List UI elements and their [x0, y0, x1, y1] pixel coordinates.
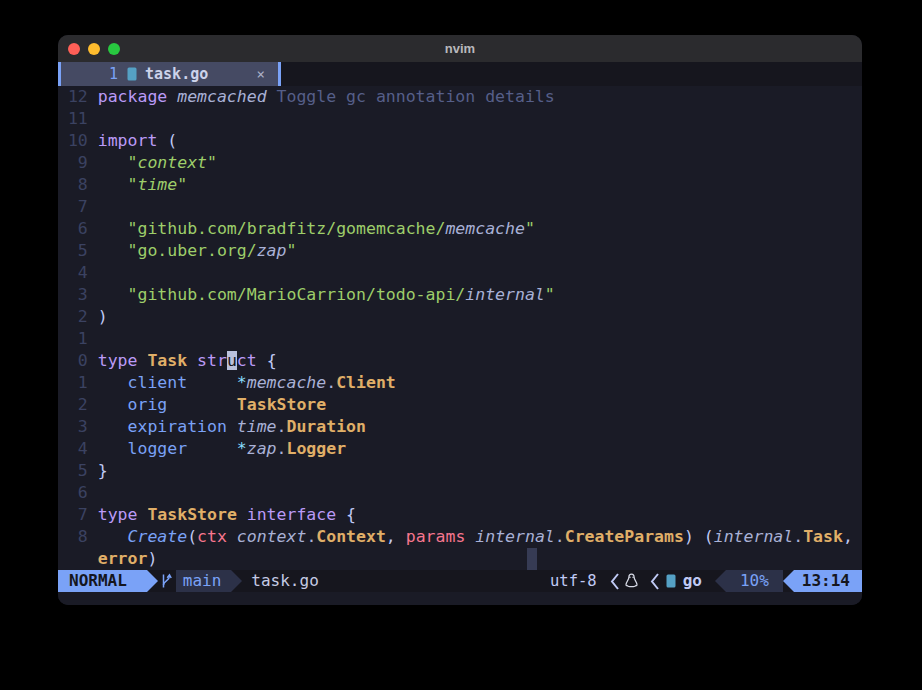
- code-line[interactable]: 2 orig TaskStore: [58, 394, 862, 416]
- code-line[interactable]: 7type TaskStore interface {: [58, 504, 862, 526]
- line-number: 1: [58, 372, 88, 394]
- line-number: 11: [58, 108, 88, 130]
- cursor-position: 13:14: [794, 570, 862, 592]
- line-number: 3: [58, 416, 88, 438]
- tab-filename: task.go: [145, 65, 208, 83]
- command-line: [58, 592, 862, 605]
- filetype-icon: [666, 574, 676, 588]
- line-number: 1: [58, 328, 88, 350]
- code-line[interactable]: 5 "go.uber.org/zap": [58, 240, 862, 262]
- code-line[interactable]: 10import (: [58, 130, 862, 152]
- line-number: 3: [58, 284, 88, 306]
- line-number: 5: [58, 240, 88, 262]
- powerline-arrow: [715, 570, 726, 592]
- tab-close-icon[interactable]: ×: [257, 66, 265, 82]
- line-number: 2: [58, 306, 88, 328]
- statusline-filename: task.go: [251, 570, 318, 592]
- code-line[interactable]: 5}: [58, 460, 862, 482]
- git-branch-segment: main: [176, 570, 232, 592]
- line-number: 6: [58, 218, 88, 240]
- code-line[interactable]: 12package memcached Toggle gc annotation…: [58, 86, 862, 108]
- git-branch-name: main: [183, 570, 222, 592]
- line-number: 4: [58, 438, 88, 460]
- tab-task-go[interactable]: 1 task.go ×: [61, 62, 278, 86]
- buffer-number: 1: [109, 65, 118, 83]
- line-number: 10: [58, 130, 88, 152]
- file-icon: [127, 67, 137, 81]
- powerline-arrow: [147, 570, 158, 592]
- line-number: 2: [58, 394, 88, 416]
- scroll-progress: 10%: [726, 570, 783, 592]
- tab-indicator-right: [278, 62, 281, 86]
- code-line[interactable]: 4 logger *zap.Logger: [58, 438, 862, 460]
- terminal-window: nvim 1 task.go × 12package memcached Tog…: [58, 35, 862, 605]
- line-number: 8: [58, 174, 88, 196]
- code-line[interactable]: 11: [58, 108, 862, 130]
- editor-area[interactable]: 12package memcached Toggle gc annotation…: [58, 86, 862, 570]
- code-line[interactable]: 3 "github.com/MarioCarrion/todo-api/inte…: [58, 284, 862, 306]
- code-line[interactable]: 2): [58, 306, 862, 328]
- line-number: 6: [58, 482, 88, 504]
- code-line[interactable]: 6: [58, 482, 862, 504]
- code-line[interactable]: 4: [58, 262, 862, 284]
- powerline-arrow: [231, 570, 242, 592]
- line-number: 7: [58, 196, 88, 218]
- filetype-label: go: [683, 570, 702, 592]
- bufferline: 1 task.go ×: [58, 62, 862, 86]
- file-encoding: utf-8: [550, 570, 597, 592]
- window-title: nvim: [58, 41, 862, 56]
- line-number: 5: [58, 460, 88, 482]
- code-line[interactable]: 8 "time": [58, 174, 862, 196]
- code-line[interactable]: 8 Create(ctx context.Context, params int…: [58, 526, 862, 548]
- git-branch-icon: [160, 572, 173, 590]
- titlebar[interactable]: nvim: [58, 35, 862, 62]
- code-line[interactable]: error): [58, 548, 862, 570]
- code-line[interactable]: 9 "context": [58, 152, 862, 174]
- code-line[interactable]: 6 "github.com/bradfitz/gomemcache/memcac…: [58, 218, 862, 240]
- colorcolumn-marker: [527, 548, 537, 570]
- code-line[interactable]: 1 client *memcache.Client: [58, 372, 862, 394]
- code-line[interactable]: 3 expiration time.Duration: [58, 416, 862, 438]
- mode-indicator: NORMAL: [58, 570, 147, 592]
- os-linux-icon: [624, 573, 639, 589]
- chevron-left-icon: [649, 573, 660, 590]
- code-line[interactable]: 7: [58, 196, 862, 218]
- line-number: 12: [58, 86, 88, 108]
- line-number: 4: [58, 262, 88, 284]
- statusline: NORMAL main task.go utf-8: [58, 570, 862, 592]
- line-number: 9: [58, 152, 88, 174]
- code-line[interactable]: 0type Task struct {: [58, 350, 862, 372]
- chevron-left-icon: [609, 573, 620, 590]
- line-number: 7: [58, 504, 88, 526]
- line-number: 0: [58, 350, 88, 372]
- line-number: 8: [58, 526, 88, 548]
- powerline-arrow: [783, 570, 794, 592]
- code-line[interactable]: 1: [58, 328, 862, 350]
